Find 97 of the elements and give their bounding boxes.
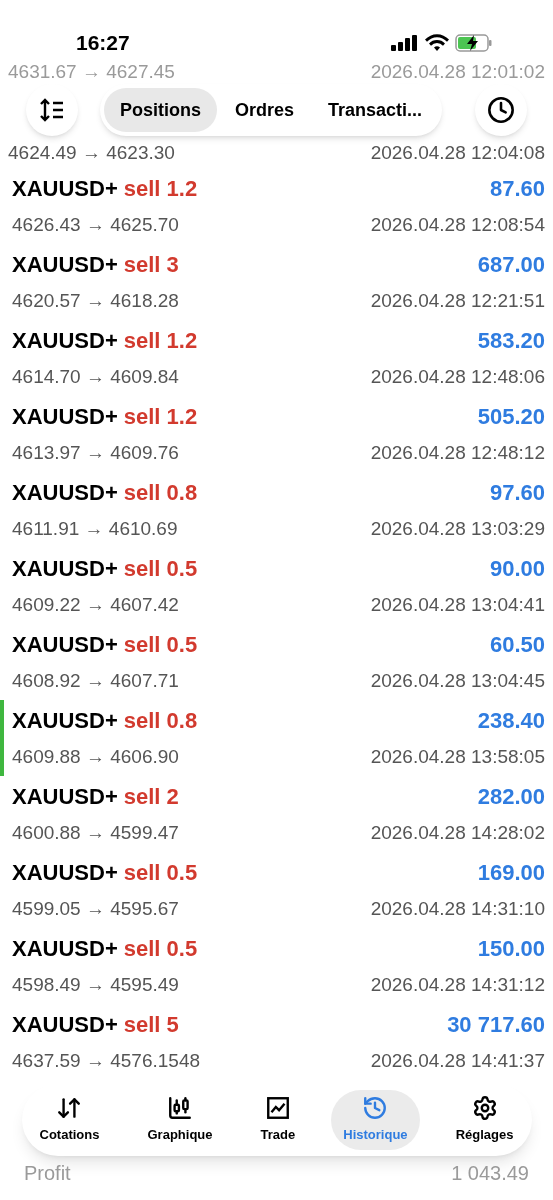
deal-time: 2026.04.28 13:04:45 [370, 669, 545, 694]
nav-tab[interactable]: Réglages [443, 1090, 526, 1150]
deal-row[interactable]: XAUUSD+ sell 2 282.00 4600.88 → 4599.47 2026.04.28 14:28:02 [0, 776, 553, 852]
settings-icon [471, 1095, 498, 1122]
deal-time: 2026.04.28 13:04:41 [370, 593, 545, 618]
trade-side: sell 0.5 [123, 555, 198, 584]
symbol: XAUUSD+ [12, 327, 118, 356]
symbol: XAUUSD+ [12, 479, 118, 508]
symbol: XAUUSD+ [12, 631, 118, 660]
price-range: 4611.91 → 4610.69 [12, 517, 178, 542]
profit: 97.60 [489, 479, 545, 508]
symbol: XAUUSD+ [12, 403, 118, 432]
tab[interactable]: Ordres [219, 88, 311, 132]
profit: 687.00 [477, 251, 545, 280]
history-button[interactable] [475, 84, 527, 136]
price-range: 4614.70 → 4609.84 [12, 365, 179, 390]
profit: 238.40 [477, 707, 545, 736]
trade-side: sell 1.2 [123, 403, 198, 432]
candlestick-icon [167, 1095, 193, 1122]
price-range: 4599.05 → 4595.67 [12, 897, 179, 922]
trade-side: sell 1.2 [123, 327, 198, 356]
profit: 150.00 [477, 935, 545, 964]
history-icon [362, 1095, 389, 1122]
line-chart-icon [264, 1095, 291, 1122]
deal-row[interactable]: XAUUSD+ sell 1.2 505.20 4613.97 → 4609.76 2026.04.28 12:48:12 [0, 396, 553, 472]
profit: 90.00 [489, 555, 545, 584]
deal-time: 2026.04.28 12:08:54 [370, 213, 545, 238]
trade-side: sell 0.8 [123, 707, 198, 736]
deal-time: 2026.04.28 12:04:08 [370, 140, 545, 165]
profit: 282.00 [477, 783, 545, 812]
trade-side: sell 5 [123, 1011, 179, 1040]
nav-tab[interactable]: Cotations [27, 1090, 112, 1150]
price-range: 4613.97 → 4609.76 [12, 441, 179, 466]
nav-tab[interactable]: Graphique [135, 1090, 225, 1150]
deal-row[interactable]: XAUUSD+ sell 5 30 717.60 4637.59 → 4576.1548 2026.04.28 14:41:37 [0, 1004, 553, 1080]
trade-side: sell 0.5 [123, 935, 198, 964]
price-range: 4598.49 → 4595.49 [12, 973, 179, 998]
profit: 30 717.60 [447, 1011, 545, 1040]
signal-icon [391, 35, 419, 51]
deal-time: 2026.04.28 14:31:10 [370, 897, 545, 922]
deal-row[interactable]: XAUUSD+ sell 0.5 90.00 4609.22 → 4607.42 2026.04.28 13:04:41 [0, 548, 553, 624]
deal-row[interactable]: XAUUSD+ sell 0.5 150.00 4598.49 → 4595.49 2026.04.28 14:31:12 [0, 928, 553, 1004]
wifi-icon [425, 34, 449, 52]
symbol: XAUUSD+ [12, 859, 118, 888]
deal-row[interactable]: XAUUSD+ sell 1.2 583.20 4614.70 → 4609.84 2026.04.28 12:48:06 [0, 320, 553, 396]
status-time: 16:27 [76, 30, 130, 57]
symbol: XAUUSD+ [12, 783, 118, 812]
price-range: 4600.88 → 4599.47 [12, 821, 179, 846]
profit: 87.60 [489, 175, 545, 204]
price-range: 4609.22 → 4607.42 [12, 593, 179, 618]
symbol: XAUUSD+ [12, 707, 118, 736]
trade-side: sell 0.5 [123, 859, 198, 888]
trade-side: sell 1.2 [123, 175, 198, 204]
deal-row[interactable]: XAUUSD+ sell 0.5 60.50 4608.92 → 4607.71 2026.04.28 13:04:45 [0, 624, 553, 700]
clock-icon [487, 96, 515, 124]
trade-side: sell 3 [123, 251, 179, 280]
price-range: 4609.88 → 4606.90 [12, 745, 179, 770]
tab[interactable]: Positions [104, 88, 217, 132]
trade-side: sell 0.5 [123, 631, 198, 660]
tab[interactable]: Transacti... [312, 88, 439, 132]
deal-row[interactable]: XAUUSD+ sell 1.2 87.60 4626.43 → 4625.70 2026.04.28 12:08:54 [0, 168, 553, 244]
symbol: XAUUSD+ [12, 1011, 118, 1040]
nav-tab[interactable]: Trade [248, 1090, 308, 1150]
deal-time: 2026.04.28 13:58:05 [370, 745, 545, 770]
deal-time: 2026.04.28 13:03:29 [370, 517, 545, 542]
deal-time: 2026.04.28 12:48:06 [370, 365, 545, 390]
deal-time: 2026.04.28 14:28:02 [370, 821, 545, 846]
price-range: 4626.43 → 4625.70 [12, 213, 179, 238]
profit: 505.20 [477, 403, 545, 432]
profit: 169.00 [477, 859, 545, 888]
summary-value: 1 043.49 [451, 1161, 529, 1186]
deal-row[interactable]: XAUUSD+ sell 0.8 97.60 4611.91 → 4610.69 2026.04.28 13:03:29 [0, 472, 553, 548]
deal-row[interactable]: XAUUSD+ sell 3 687.00 4620.57 → 4618.28 2026.04.28 12:21:51 [0, 244, 553, 320]
deal-row[interactable]: XAUUSD+ sell 0.8 238.40 4609.88 → 4606.90 2026.04.28 13:58:05 [0, 700, 553, 776]
profit: 583.20 [477, 327, 545, 356]
price-range: 4608.92 → 4607.71 [12, 669, 179, 694]
price-range: 4620.57 → 4618.28 [12, 289, 179, 314]
battery-charging-icon [455, 34, 493, 52]
deal-time: 2026.04.28 12:21:51 [370, 289, 545, 314]
price-range: 4637.59 → 4576.1548 [12, 1049, 201, 1074]
price-range: 4624.49 → 4623.30 [8, 140, 175, 165]
symbol: XAUUSD+ [12, 555, 118, 584]
symbol: XAUUSD+ [12, 251, 118, 280]
deal-row[interactable]: XAUUSD+ sell 0.5 169.00 4599.05 → 4595.67 2026.04.28 14:31:10 [0, 852, 553, 928]
price-range: 4631.67 → 4627.45 [8, 60, 175, 82]
deal-time: 2026.04.28 12:01:02 [370, 60, 545, 82]
trade-side: sell 2 [123, 783, 179, 812]
deal-time: 2026.04.28 12:48:12 [370, 441, 545, 466]
summary-label: Profit [24, 1161, 71, 1186]
deal-time: 2026.04.28 14:41:37 [370, 1049, 545, 1074]
trade-side: sell 0.8 [123, 479, 198, 508]
sort-button[interactable] [26, 84, 78, 136]
symbol: XAUUSD+ [12, 935, 118, 964]
profit: 60.50 [489, 631, 545, 660]
sort-list-icon [39, 98, 65, 122]
symbol: XAUUSD+ [12, 175, 118, 204]
deal-time: 2026.04.28 14:31:12 [370, 973, 545, 998]
